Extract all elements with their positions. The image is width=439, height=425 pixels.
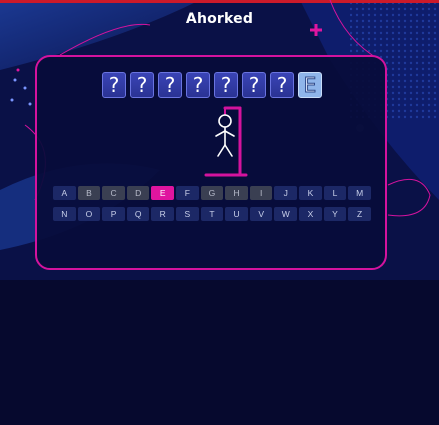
letter-tile-hidden: ? bbox=[186, 72, 210, 98]
key-k[interactable]: K bbox=[299, 186, 322, 200]
key-b[interactable]: B bbox=[77, 186, 101, 200]
hangman-right-arm bbox=[224, 130, 235, 137]
key-x[interactable]: X bbox=[299, 207, 322, 221]
keyboard-row-1: ABCDEFGHIJKLM bbox=[53, 186, 371, 200]
key-e[interactable]: E bbox=[151, 186, 175, 200]
key-s[interactable]: S bbox=[176, 207, 199, 221]
key-z[interactable]: Z bbox=[348, 207, 371, 221]
keyboard-row-2: NOPQRSTUVWXYZ bbox=[53, 207, 371, 221]
word-tiles: ??????? E bbox=[102, 72, 324, 98]
key-i[interactable]: I bbox=[249, 186, 273, 200]
key-l[interactable]: L bbox=[323, 186, 347, 200]
letter-tile-hidden: ? bbox=[102, 72, 126, 98]
key-p[interactable]: P bbox=[102, 207, 125, 221]
letter-tile-hidden: ? bbox=[214, 72, 238, 98]
key-n[interactable]: N bbox=[53, 207, 76, 221]
hangman-left-leg bbox=[217, 144, 226, 157]
letter-tile-hidden: ? bbox=[270, 72, 294, 98]
key-o[interactable]: O bbox=[77, 207, 101, 221]
hangman-left-arm bbox=[215, 130, 226, 137]
key-m[interactable]: M bbox=[348, 186, 371, 200]
key-h[interactable]: H bbox=[225, 186, 248, 200]
key-w[interactable]: W bbox=[274, 207, 298, 221]
key-u[interactable]: U bbox=[225, 207, 248, 221]
key-q[interactable]: Q bbox=[126, 207, 150, 221]
key-c[interactable]: C bbox=[102, 186, 125, 200]
letter-tile-hidden: ? bbox=[130, 72, 154, 98]
key-d[interactable]: D bbox=[126, 186, 150, 200]
key-v[interactable]: V bbox=[249, 207, 273, 221]
letter-tile-revealed: E bbox=[298, 72, 322, 98]
key-a[interactable]: A bbox=[53, 186, 76, 200]
hangman-right-leg bbox=[224, 144, 233, 157]
hangman-head bbox=[218, 114, 232, 128]
letter-tile-hidden: ? bbox=[158, 72, 182, 98]
key-g[interactable]: G bbox=[200, 186, 224, 200]
key-y[interactable]: Y bbox=[323, 207, 347, 221]
hangman-figure bbox=[204, 106, 248, 177]
letter-tile-hidden: ? bbox=[242, 72, 266, 98]
key-f[interactable]: F bbox=[176, 186, 199, 200]
game-title: Ahorked bbox=[185, 11, 254, 27]
key-t[interactable]: T bbox=[200, 207, 224, 221]
key-j[interactable]: J bbox=[274, 186, 298, 200]
key-r[interactable]: R bbox=[151, 207, 175, 221]
